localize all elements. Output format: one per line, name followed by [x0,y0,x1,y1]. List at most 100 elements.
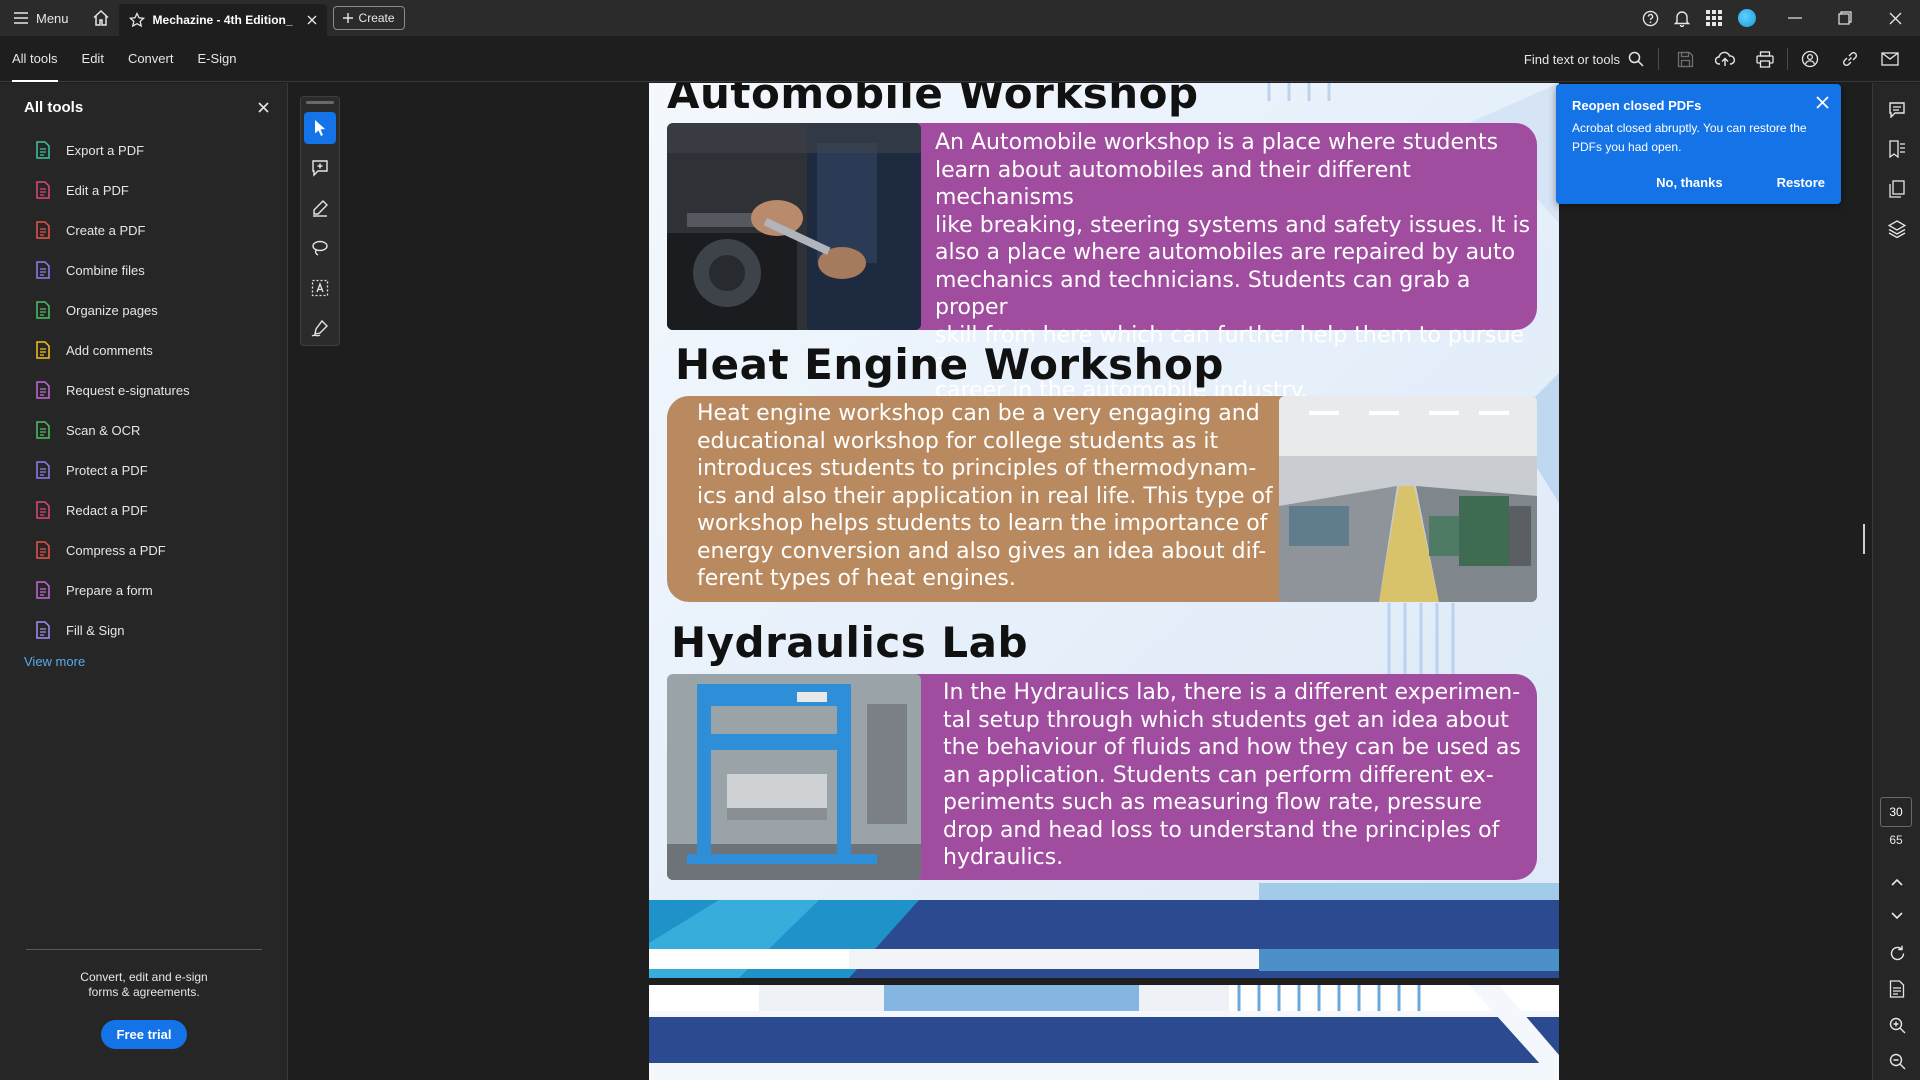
fill-sign-icon [34,621,52,639]
tool-item-organize-pages[interactable]: Organize pages [0,290,287,330]
select-tool-button[interactable] [304,112,336,144]
protect-pdf-icon [34,461,52,479]
tab-all-tools[interactable]: All tools [0,36,70,82]
comments-panel-button[interactable] [1873,89,1920,129]
bookmarks-panel-button[interactable] [1873,129,1920,169]
save-icon [1677,51,1693,67]
minimize-button[interactable] [1770,0,1820,36]
find-text-or-tools[interactable]: Find text or tools [1524,48,1659,70]
text-line: also a place where automobiles are repai… [935,240,1516,265]
home-button[interactable] [83,0,119,36]
restore-button[interactable]: Restore [1777,175,1825,190]
panel-title: All tools [24,99,84,116]
tool-item-fill-sign[interactable]: Fill & Sign [0,610,287,650]
zoom-out-button[interactable] [1873,1041,1920,1080]
find-label: Find text or tools [1523,51,1620,67]
share-people-button[interactable] [1790,36,1830,82]
footer-line-2: forms & agreements. [88,985,200,999]
tool-item-create-pdf[interactable]: Create a PDF [0,210,287,250]
automobile-workshop-photo [667,123,921,330]
plus-icon [342,13,353,23]
comment-icon [1889,101,1905,118]
tool-item-label: Add comments [66,342,153,358]
text-line: an application. Students can perform dif… [943,762,1494,788]
upload-cloud-button[interactable] [1705,36,1745,82]
tool-item-request-esignatures[interactable]: Request e-signatures [0,370,287,410]
tool-item-label: Export a PDF [66,142,145,158]
tab-esign[interactable]: E-Sign [185,36,248,82]
save-button[interactable] [1665,36,1705,82]
view-more-link[interactable]: View more [24,654,85,669]
tool-item-label: Request e-signatures [66,382,190,398]
text-select-tool-button[interactable] [304,272,336,304]
zoom-out-icon [1889,1053,1905,1069]
drag-handle[interactable] [306,101,334,104]
zoom-in-button[interactable] [1873,1005,1920,1045]
close-window-button[interactable] [1870,0,1920,36]
tab-edit[interactable]: Edit [70,36,116,82]
star-icon[interactable] [128,12,145,28]
tool-item-protect-pdf[interactable]: Protect a PDF [0,450,287,490]
notifications-button[interactable] [1666,0,1698,36]
tool-item-add-comments[interactable]: Add comments [0,330,287,370]
close-notification-icon[interactable] [1816,96,1829,109]
sign-tool-button[interactable] [304,312,336,344]
layers-panel-button[interactable] [1873,209,1920,249]
request-esignatures-icon [34,381,52,399]
help-icon [1642,10,1658,26]
panel-footer: Convert, edit and e-sign forms & agreeme… [26,949,262,1049]
restore-window-icon [1838,11,1852,25]
apps-button[interactable] [1698,0,1730,36]
document-canvas[interactable]: Automobile Workshop An Automobile worksh… [289,83,1872,1080]
zoom-in-icon [1889,1017,1905,1033]
chevron-up-icon [1891,878,1903,886]
current-page-input[interactable]: 30 [1880,797,1912,827]
rotate-button[interactable] [1873,933,1920,973]
thumbnails-panel-button[interactable] [1873,169,1920,209]
close-tab-icon[interactable] [307,15,317,25]
avatar[interactable] [1738,9,1756,27]
tool-item-export-pdf[interactable]: Export a PDF [0,130,287,170]
pdf-page-next [649,985,1559,1080]
tool-item-label: Edit a PDF [66,182,129,198]
highlight-tool-button[interactable] [304,192,336,224]
organize-pages-icon [34,301,52,319]
email-button[interactable] [1870,36,1910,82]
create-label: Create [358,11,395,25]
close-panel-icon[interactable] [258,102,269,113]
tab-convert[interactable]: Convert [116,36,186,82]
next-page-button[interactable] [1873,896,1920,936]
tool-item-edit-pdf[interactable]: Edit a PDF [0,170,287,210]
page-display-button[interactable] [1873,969,1920,1009]
menu-button[interactable]: Menu [0,0,83,36]
tool-item-redact-pdf[interactable]: Redact a PDF [0,490,287,530]
layers-icon [1888,220,1906,238]
tool-item-prepare-form[interactable]: Prepare a form [0,570,287,610]
total-pages: 65 [1889,833,1903,847]
notification-body: Acrobat closed abruptly. You can restore… [1572,121,1807,154]
add-comment-tool-button[interactable] [304,152,336,184]
hydraulics-lab-photo [667,674,921,880]
copy-link-button[interactable] [1830,36,1870,82]
notification-title: Reopen closed PDFs [1572,98,1702,113]
scrollbar-thumb[interactable] [1863,524,1865,554]
tool-item-label: Compress a PDF [66,542,166,558]
lasso-icon [312,240,328,256]
create-button[interactable]: Create [332,6,405,30]
tool-item-scan-ocr[interactable]: Scan & OCR [0,410,287,450]
restore-window-button[interactable] [1820,0,1870,36]
tool-item-combine-files[interactable]: Combine files [0,250,287,290]
text-line: hydraulics. [943,845,1064,870]
hamburger-icon [14,12,28,24]
print-button[interactable] [1745,36,1785,82]
text-line: the behaviour of fluids and how they can… [943,735,1521,760]
document-tab[interactable]: Mechazine - 4th Edition_ [118,4,327,36]
document-settings-icon [1889,980,1905,998]
scan-ocr-icon [34,421,52,439]
no-thanks-button[interactable]: No, thanks [1656,175,1722,190]
help-button[interactable] [1634,0,1666,36]
tool-item-compress-pdf[interactable]: Compress a PDF [0,530,287,570]
draw-tool-button[interactable] [304,232,336,264]
free-trial-button[interactable]: Free trial [100,1020,188,1049]
signature-pen-icon [311,319,328,337]
